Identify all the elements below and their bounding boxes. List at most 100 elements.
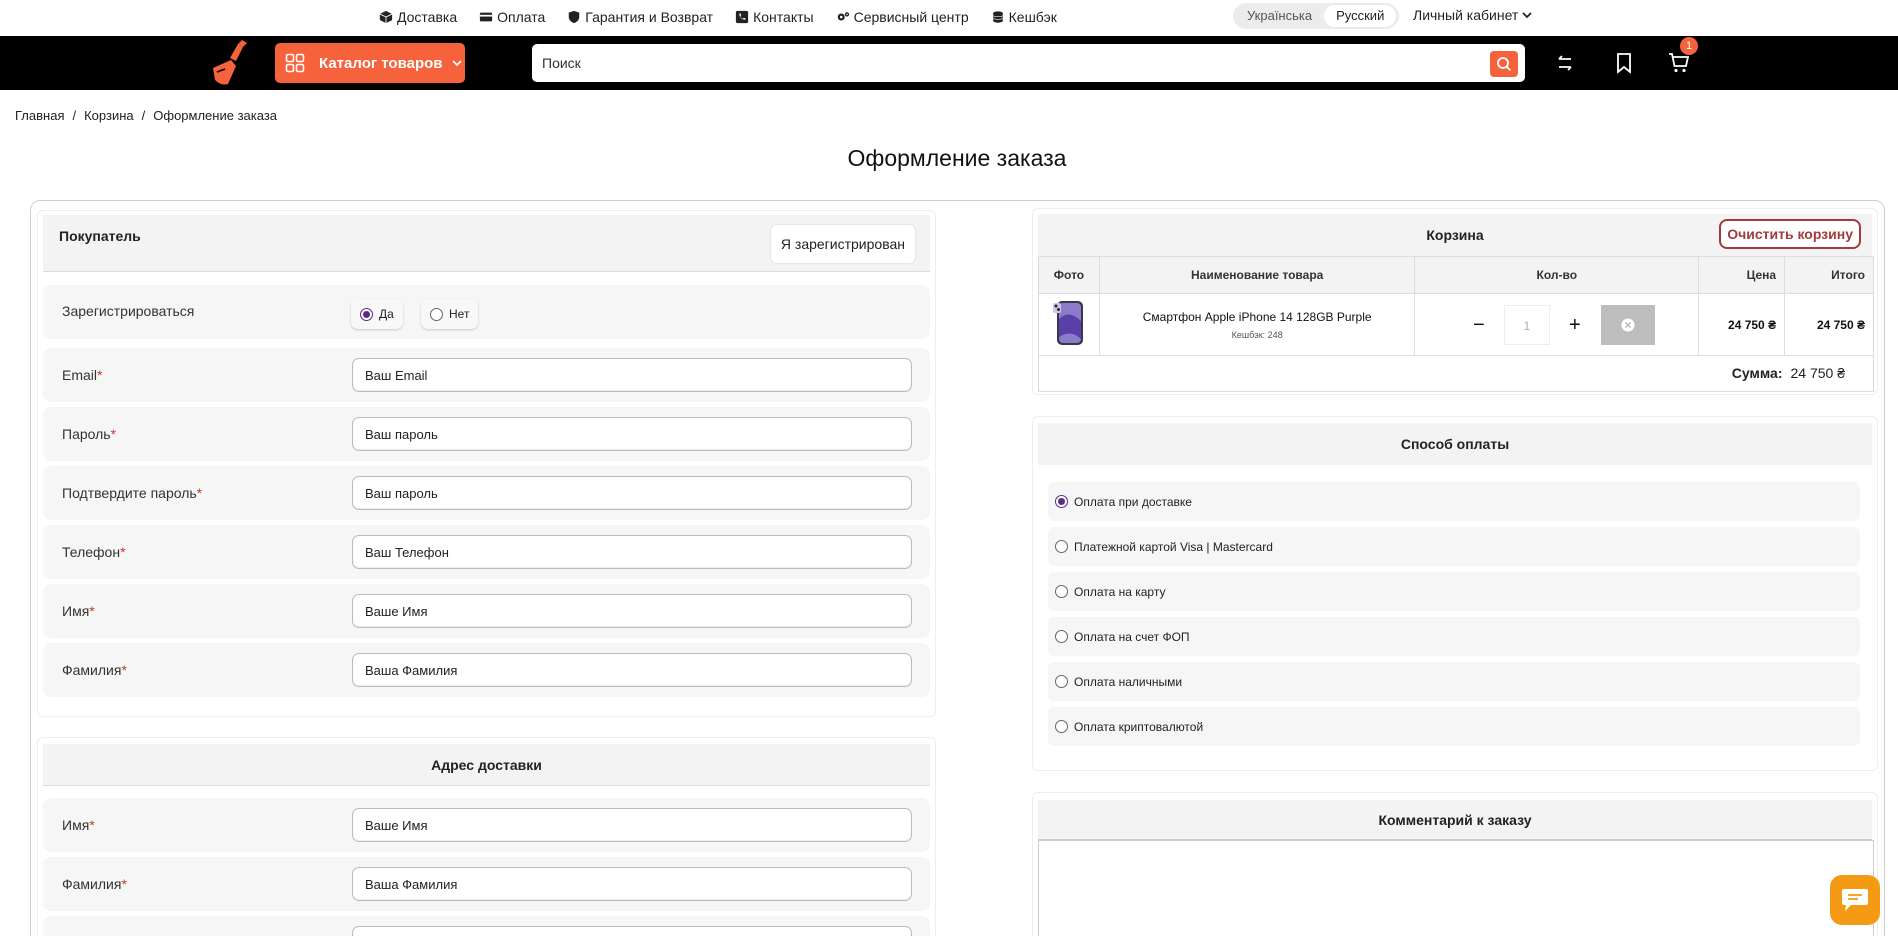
table-row: Смартфон Apple iPhone 14 128GB Purple Ке…	[1038, 293, 1874, 356]
delivery-next-field[interactable]	[352, 926, 912, 936]
phone-field[interactable]	[352, 535, 912, 569]
confirm-password-field[interactable]	[352, 476, 912, 510]
search-input[interactable]	[532, 44, 1482, 82]
col-photo: Фото	[1038, 256, 1100, 294]
warranty-link[interactable]: Гарантия и Возврат	[567, 9, 713, 25]
bookmark-icon[interactable]	[1612, 51, 1636, 75]
product-name[interactable]: Смартфон Apple iPhone 14 128GB Purple	[1100, 310, 1414, 324]
cart-count-badge: 1	[1680, 37, 1698, 55]
last-name-label: Фамилия	[62, 662, 122, 678]
payment-card: Способ оплаты Оплата при доставке Платеж…	[1032, 416, 1878, 771]
cart-table: Фото Наименование товара Кол-во Цена Ито…	[1038, 256, 1874, 356]
page-title: Оформление заказа	[847, 145, 1067, 171]
cart-sum-row: Сумма: 24 750 ₴	[1038, 356, 1874, 392]
sum-value: 24 750 ₴	[1790, 365, 1846, 381]
email-field[interactable]	[352, 358, 912, 392]
payment-option-fop[interactable]: Оплата на счет ФОП	[1048, 617, 1860, 656]
product-total: 24 750 ₴	[1816, 317, 1865, 332]
coins-icon	[992, 11, 1003, 23]
product-price: 24 750 ₴	[1728, 317, 1777, 332]
register-yes-label: Да	[379, 307, 394, 321]
breadcrumb: Главная / Корзина / Оформление заказа	[15, 108, 278, 123]
first-name-label: Имя	[62, 603, 90, 619]
cashback-link-label: Кешбэк	[1008, 9, 1057, 25]
radio-yes[interactable]	[360, 307, 373, 321]
payment-option-label: Оплата на карту	[1074, 584, 1166, 599]
register-row: Зарегистрироваться Да Нет	[43, 285, 930, 339]
email-label: Email	[62, 367, 98, 383]
compare-icon[interactable]	[1553, 51, 1577, 75]
buyer-card: Покупатель Я зарегистрирован Зарегистрир…	[37, 210, 936, 717]
service-center-link[interactable]: Сервисный центр	[836, 9, 969, 25]
account-menu-label: Личный кабинет	[1413, 7, 1519, 23]
breadcrumb-home[interactable]: Главная	[15, 108, 64, 123]
chat-button[interactable]	[1830, 875, 1880, 925]
register-yes-option[interactable]: Да	[351, 299, 403, 329]
col-price: Цена	[1698, 256, 1786, 294]
radio-no[interactable]	[430, 307, 443, 321]
delivery-link[interactable]: Доставка	[379, 9, 457, 25]
radio-payment-cash[interactable]	[1055, 675, 1068, 688]
payment-option-cod[interactable]: Оплата при доставке	[1048, 482, 1860, 521]
payment-option-label: Платежной картой Visa | Mastercard	[1074, 539, 1273, 554]
password-label: Пароль	[62, 426, 111, 442]
chevron-down-icon	[1522, 12, 1532, 19]
contacts-link[interactable]: Контакты	[735, 9, 814, 25]
register-no-option[interactable]: Нет	[421, 299, 479, 329]
comment-textarea[interactable]	[1038, 840, 1874, 936]
lang-russian[interactable]: Русский	[1324, 5, 1397, 27]
radio-payment-fop[interactable]	[1055, 630, 1068, 643]
breadcrumb-current: Оформление заказа	[153, 108, 278, 123]
email-row: Email*	[43, 348, 930, 402]
clear-cart-button[interactable]: Очистить корзину	[1719, 219, 1861, 249]
already-registered-button[interactable]: Я зарегистрирован	[770, 225, 915, 263]
payment-title: Способ оплаты	[1400, 436, 1510, 452]
first-name-field[interactable]	[352, 594, 912, 628]
shield-icon	[569, 10, 580, 24]
logo-icon[interactable]	[203, 38, 253, 88]
radio-payment-cod[interactable]	[1055, 495, 1068, 508]
increase-qty-button[interactable]: +	[1555, 305, 1595, 345]
last-name-field[interactable]	[352, 653, 912, 687]
product-name-cell: Смартфон Apple iPhone 14 128GB Purple Ке…	[1098, 293, 1416, 356]
payment-option-to-card[interactable]: Оплата на карту	[1048, 572, 1860, 611]
radio-payment-crypto[interactable]	[1055, 720, 1068, 733]
decrease-qty-button[interactable]: −	[1459, 305, 1499, 345]
buyer-title: Покупатель	[59, 228, 141, 244]
delivery-link-label: Доставка	[397, 9, 458, 25]
first-name-row: Имя*	[43, 584, 930, 638]
product-price-cell: 24 750 ₴	[1698, 293, 1786, 356]
quantity-stepper: − 1 +	[1459, 304, 1655, 345]
delivery-last-name-field[interactable]	[352, 867, 912, 901]
quantity-input[interactable]: 1	[1503, 304, 1550, 345]
radio-payment-card[interactable]	[1055, 540, 1068, 553]
top-links-bar: Доставка Оплата Гарантия и Возврат Конта…	[0, 0, 1898, 36]
payment-option-visa-mastercard[interactable]: Платежной картой Visa | Mastercard	[1048, 527, 1860, 566]
catalog-button[interactable]: Каталог товаров	[275, 43, 465, 83]
radio-payment-to-card[interactable]	[1055, 585, 1068, 598]
delivery-card: Адрес доставки Имя* Фамилия*	[37, 737, 936, 936]
cashback-link[interactable]: Кешбэк	[991, 9, 1057, 25]
warranty-link-label: Гарантия и Возврат	[585, 9, 714, 25]
delivery-first-name-row: Имя*	[43, 798, 930, 852]
product-thumbnail[interactable]	[1051, 299, 1087, 347]
chevron-down-icon	[451, 60, 462, 67]
gears-icon	[837, 12, 849, 21]
payment-link[interactable]: Оплата	[479, 9, 545, 25]
payment-option-cash[interactable]: Оплата наличными	[1048, 662, 1860, 701]
delivery-first-name-field[interactable]	[352, 808, 912, 842]
last-name-row: Фамилия*	[43, 643, 930, 697]
product-total-cell: 24 750 ₴	[1784, 293, 1874, 356]
chat-icon	[1842, 889, 1868, 911]
account-menu[interactable]: Личный кабинет	[1413, 7, 1533, 23]
sum-label: Сумма:	[1731, 365, 1783, 381]
phone-icon	[735, 10, 749, 24]
payment-option-label: Оплата на счет ФОП	[1074, 629, 1190, 644]
register-label: Зарегистрироваться	[62, 303, 195, 319]
remove-item-button[interactable]	[1600, 304, 1655, 345]
search-button[interactable]	[1490, 51, 1518, 77]
lang-ukrainian[interactable]: Українська	[1235, 5, 1324, 27]
payment-option-crypto[interactable]: Оплата криптовалютой	[1048, 707, 1860, 746]
password-field[interactable]	[352, 417, 912, 451]
breadcrumb-cart[interactable]: Корзина	[84, 108, 134, 123]
